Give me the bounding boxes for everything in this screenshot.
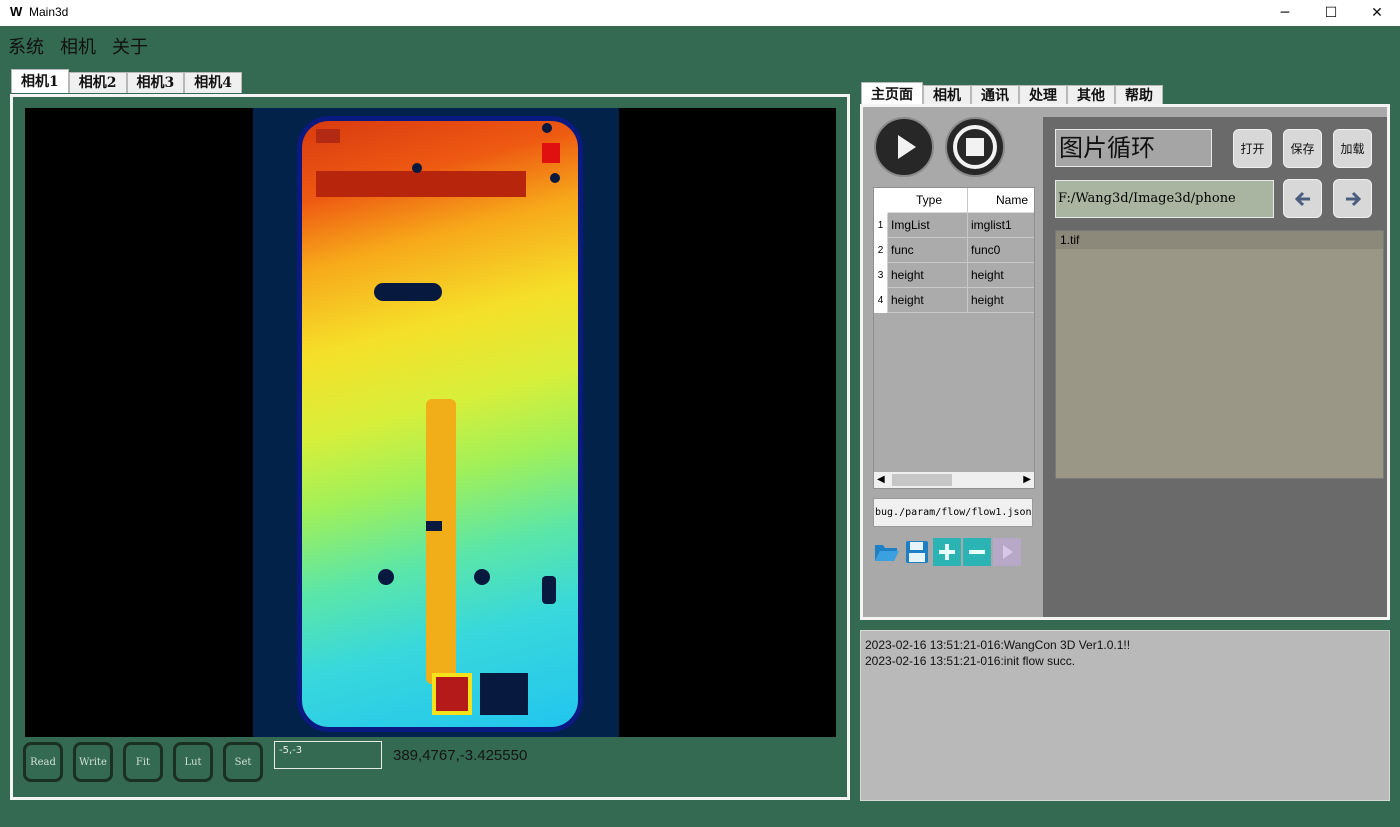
run-button[interactable] bbox=[874, 117, 934, 177]
tab-camera3[interactable]: 相机3 bbox=[126, 72, 185, 93]
menu-bar: 系统 相机 关于 bbox=[8, 33, 148, 58]
fit-button[interactable]: Fit bbox=[123, 742, 163, 782]
tab-camera4[interactable]: 相机4 bbox=[184, 72, 242, 93]
row-number: 1 bbox=[874, 213, 888, 238]
cell-type: height bbox=[888, 263, 968, 288]
cell-type: ImgList bbox=[888, 213, 968, 238]
close-button[interactable]: ✕ bbox=[1354, 0, 1400, 26]
table-header: Type Name bbox=[874, 188, 1034, 213]
previous-image-button[interactable] bbox=[1283, 179, 1322, 218]
minus-icon bbox=[969, 550, 985, 554]
maximize-icon: ☐ bbox=[1324, 5, 1338, 21]
row-number: 2 bbox=[874, 238, 888, 263]
image-loop-label: 图片循环 bbox=[1055, 129, 1212, 167]
read-button[interactable]: Read bbox=[23, 742, 63, 782]
tab-processing[interactable]: 处理 bbox=[1019, 85, 1067, 106]
title-bar: W Main3d ─ ☐ ✕ bbox=[0, 0, 1400, 26]
main-tabs: 主页面 相机 通讯 处理 其他 帮助 bbox=[861, 82, 1163, 106]
arrow-left-icon bbox=[1294, 191, 1310, 206]
open-button[interactable]: 打开 bbox=[1233, 129, 1272, 168]
cell-type: func bbox=[888, 238, 968, 263]
cell-type: height bbox=[888, 288, 968, 313]
log-line: 2023-02-16 13:51:21-016:WangCon 3D Ver1.… bbox=[865, 638, 1131, 652]
log-panel: 2023-02-16 13:51:21-016:WangCon 3D Ver1.… bbox=[860, 630, 1390, 801]
row-number: 3 bbox=[874, 263, 888, 288]
lut-button[interactable]: Lut bbox=[173, 742, 213, 782]
stop-button[interactable] bbox=[945, 117, 1005, 177]
arrow-right-icon bbox=[1345, 191, 1361, 206]
set-button[interactable]: Set bbox=[223, 742, 263, 782]
add-node-button[interactable] bbox=[933, 538, 961, 566]
coordinate-input[interactable]: -5,-3 bbox=[274, 741, 382, 769]
folder-open-icon bbox=[875, 545, 899, 561]
scrollbar-thumb[interactable] bbox=[892, 474, 952, 486]
tab-camera[interactable]: 相机 bbox=[923, 85, 971, 106]
tab-communication[interactable]: 通讯 bbox=[971, 85, 1019, 106]
write-button[interactable]: Write bbox=[73, 742, 113, 782]
cell-name: imglist1 bbox=[968, 213, 1034, 238]
tab-camera2[interactable]: 相机2 bbox=[68, 72, 127, 93]
phone-height-map bbox=[297, 116, 583, 732]
menu-system[interactable]: 系统 bbox=[8, 33, 44, 58]
tab-help[interactable]: 帮助 bbox=[1115, 85, 1163, 106]
remove-node-button[interactable] bbox=[963, 538, 991, 566]
maximize-button[interactable]: ☐ bbox=[1308, 0, 1354, 26]
flow-toolbar bbox=[873, 538, 1021, 566]
window-title: Main3d bbox=[29, 5, 69, 19]
scroll-left-icon[interactable]: ◀ bbox=[877, 472, 885, 488]
header-type[interactable]: Type bbox=[888, 188, 968, 213]
load-button[interactable]: 加载 bbox=[1333, 129, 1372, 168]
save-flow-button[interactable] bbox=[903, 538, 931, 566]
image-loop-panel: 图片循环 打开 保存 加载 F:/Wang3d/Image3d/phone 1.… bbox=[1043, 117, 1387, 617]
flow-path-field[interactable]: bug./param/flow/flow1.json bbox=[873, 498, 1033, 527]
menu-about[interactable]: 关于 bbox=[112, 33, 148, 58]
image-file-list[interactable]: 1.tif bbox=[1055, 230, 1384, 479]
app-logo: W bbox=[10, 4, 23, 19]
tab-other[interactable]: 其他 bbox=[1067, 85, 1115, 106]
home-panel: Type Name 1 ImgList imglist1 2 func func… bbox=[860, 104, 1390, 620]
image-viewer[interactable] bbox=[25, 108, 836, 737]
flow-table[interactable]: Type Name 1 ImgList imglist1 2 func func… bbox=[873, 187, 1035, 489]
header-name[interactable]: Name bbox=[968, 188, 1034, 213]
minimize-icon: ─ bbox=[1280, 5, 1290, 21]
table-row[interactable]: 2 func func0 bbox=[874, 238, 1034, 263]
next-node-button[interactable] bbox=[993, 538, 1021, 566]
table-row[interactable]: 4 height height bbox=[874, 288, 1034, 313]
cell-name: height bbox=[968, 288, 1034, 313]
stop-icon bbox=[953, 125, 997, 169]
tab-home[interactable]: 主页面 bbox=[861, 82, 923, 106]
next-image-button[interactable] bbox=[1333, 179, 1372, 218]
save-button[interactable]: 保存 bbox=[1283, 129, 1322, 168]
camera-panel: Read Write Fit Lut Set -5,-3 389,4767,-3… bbox=[10, 94, 850, 800]
table-row[interactable]: 3 height height bbox=[874, 263, 1034, 288]
log-line: 2023-02-16 13:51:21-016:init flow succ. bbox=[865, 654, 1076, 668]
row-number: 4 bbox=[874, 288, 888, 313]
cell-name: height bbox=[968, 263, 1034, 288]
floppy-save-icon bbox=[906, 541, 928, 563]
minimize-button[interactable]: ─ bbox=[1262, 0, 1308, 26]
right-arrow-icon bbox=[1003, 545, 1013, 559]
tab-camera1[interactable]: 相机1 bbox=[11, 69, 69, 93]
plus-icon bbox=[939, 544, 955, 560]
horizontal-scrollbar[interactable]: ◀ ▶ bbox=[874, 472, 1034, 488]
camera-tabs: 相机1 相机2 相机3 相机4 bbox=[11, 69, 242, 93]
play-icon bbox=[898, 135, 916, 159]
cell-name: func0 bbox=[968, 238, 1034, 263]
pixel-value-readout: 389,4767,-3.425550 bbox=[393, 747, 528, 764]
height-map-image bbox=[253, 108, 619, 737]
list-item[interactable]: 1.tif bbox=[1056, 231, 1383, 249]
scroll-right-icon[interactable]: ▶ bbox=[1023, 472, 1031, 488]
table-row[interactable]: 1 ImgList imglist1 bbox=[874, 213, 1034, 238]
close-icon: ✕ bbox=[1371, 5, 1383, 21]
menu-camera[interactable]: 相机 bbox=[60, 33, 96, 58]
image-path-field[interactable]: F:/Wang3d/Image3d/phone bbox=[1055, 180, 1274, 218]
open-folder-button[interactable] bbox=[873, 538, 901, 566]
